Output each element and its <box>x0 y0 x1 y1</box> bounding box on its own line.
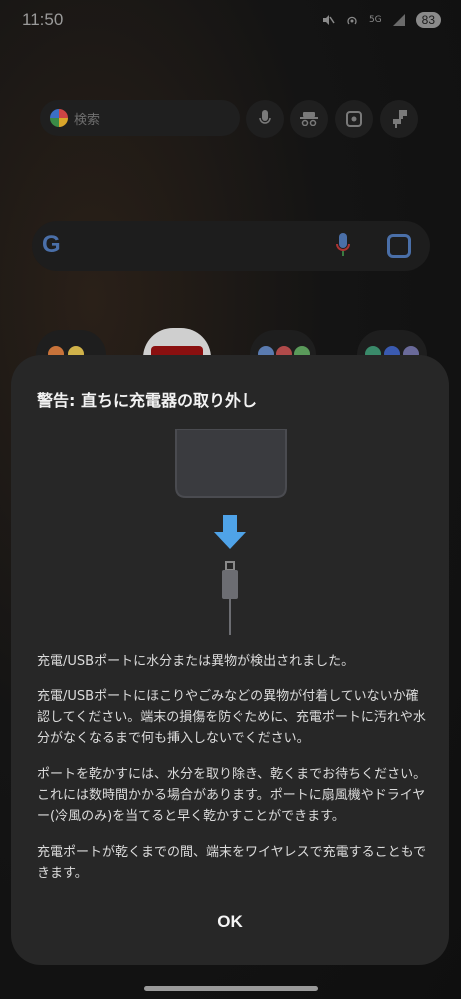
phone-bottom-graphic <box>175 429 287 498</box>
clock: 11:50 <box>22 10 64 29</box>
mute-icon <box>322 15 335 25</box>
usb-cable-icon <box>222 561 238 635</box>
hotspot-icon <box>347 16 357 25</box>
dialog-title: 警告: 直ちに充電器の取り外し <box>37 391 257 410</box>
moisture-warning-dialog: 警告: 直ちに充電器の取り外し 充電/USBポートに水分または異物が検出されまし… <box>11 355 449 965</box>
status-bar: 11:50 5G 83 <box>0 0 461 44</box>
google-mic-icon[interactable] <box>336 233 350 257</box>
google-lens-icon[interactable] <box>387 234 411 258</box>
battery-indicator: 83 <box>415 12 441 28</box>
voice-search-icon[interactable] <box>246 100 284 138</box>
dialog-message-detected: 充電/USBポートに水分または異物が検出されました。 <box>37 654 355 669</box>
signal-icon <box>392 14 405 26</box>
incognito-icon[interactable] <box>290 100 328 138</box>
google-search-widget[interactable]: G <box>32 221 430 271</box>
dialog-message-drying: ポートを乾かすには、水分を取り除き、乾くまでお待ちください。これには数時間かかる… <box>37 767 427 824</box>
lens-icon[interactable] <box>335 100 373 138</box>
home-search-bar[interactable]: 検索 <box>40 100 240 136</box>
dialog-message-check: 充電/USBポートにほこりやごみなどの異物が付着していないか確認してください。端… <box>37 689 426 746</box>
network-type-label: 5G <box>368 15 382 25</box>
home-indicator[interactable] <box>144 986 318 991</box>
ok-button[interactable]: OK <box>200 905 260 939</box>
chrome-icon <box>50 109 68 127</box>
dino-game-icon[interactable] <box>380 100 418 138</box>
google-logo-icon: G <box>42 231 61 258</box>
status-icons: 5G 83 <box>321 12 441 28</box>
dialog-message-wireless: 充電ポートが乾くまでの間、端末をワイヤレスで充電することもできます。 <box>37 845 427 881</box>
charging-port-illustration <box>175 429 287 635</box>
home-search-placeholder: 検索 <box>74 113 101 128</box>
arrow-down-icon <box>214 515 246 549</box>
